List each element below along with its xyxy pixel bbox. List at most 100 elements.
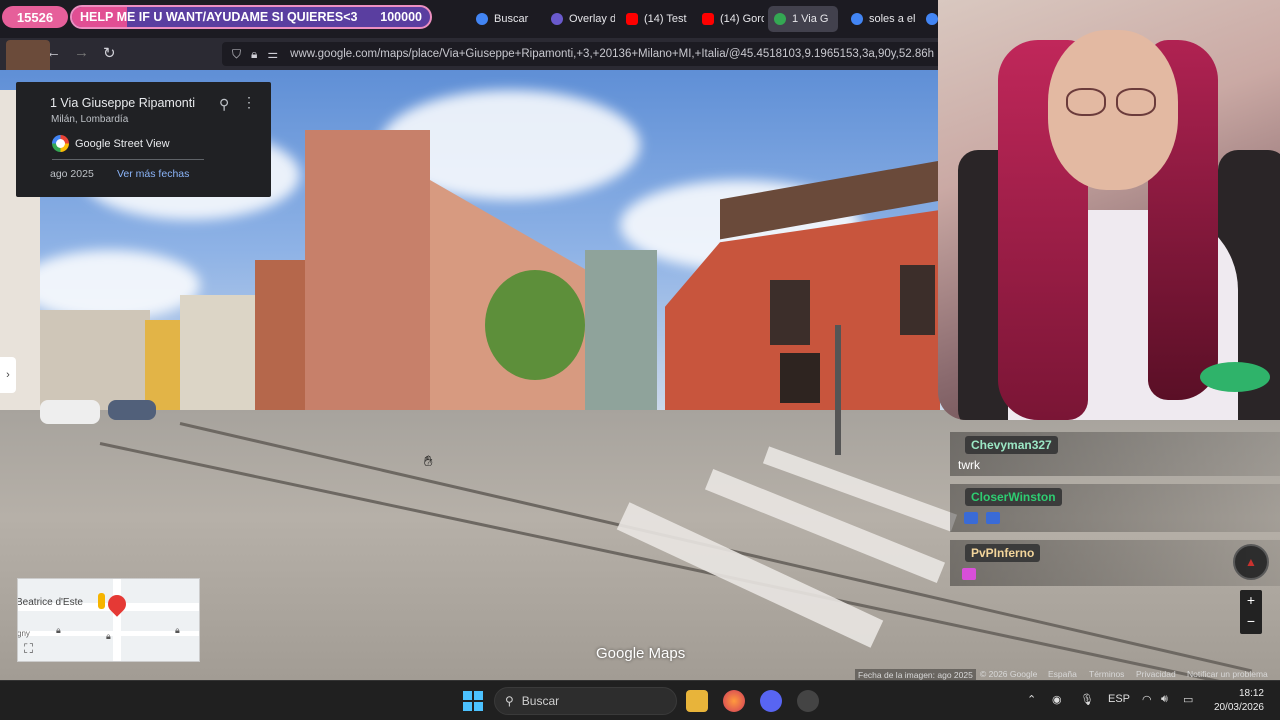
transit-icon: 🔒︎ xyxy=(56,625,61,635)
location-info-card: 1 Via Giuseppe Ripamonti Milán, Lombardí… xyxy=(16,82,271,197)
building xyxy=(585,250,657,410)
emote-icon xyxy=(986,512,1000,524)
region-link[interactable]: España xyxy=(1048,669,1077,679)
lock-icon[interactable]: 🔒︎ xyxy=(251,47,257,62)
copyright: © 2026 Google xyxy=(980,669,1038,679)
tab-label: (14) Gord xyxy=(720,13,764,25)
webcam-overlay xyxy=(938,0,1280,420)
windows-taskbar: ⚲ Buscar ⌃ ◉ 🎙︎ ESP ◠ 🔊︎ ▭ 18:12 20/03/2… xyxy=(0,680,1280,720)
browser-tab[interactable] xyxy=(920,6,940,32)
browser-tab[interactable]: (14) Test xyxy=(620,6,692,32)
zoom-in-button[interactable]: + xyxy=(1240,590,1262,611)
report-problem-link[interactable]: Notificar un problema xyxy=(1187,669,1268,679)
volume-icon[interactable]: 🔊︎ xyxy=(1161,693,1168,706)
tab-label: 1 Via G xyxy=(792,13,829,25)
chevron-right-icon: › xyxy=(6,369,10,381)
source-label: Google Street View xyxy=(75,137,170,150)
place-title: 1 Via Giuseppe Ripamonti xyxy=(50,96,195,110)
tree xyxy=(485,270,585,380)
taskbar-search[interactable]: ⚲ Buscar xyxy=(494,687,677,715)
divider xyxy=(52,159,204,160)
window xyxy=(770,280,810,345)
url-text: www.google.com/maps/place/Via+Giuseppe+R… xyxy=(290,48,935,60)
browser-tab[interactable]: Overlay d xyxy=(545,6,615,32)
discord-icon[interactable] xyxy=(760,690,782,712)
mini-map[interactable]: Beatrice d'Este gny 🔒︎ 🔒︎ 🔒︎ ⛶ xyxy=(17,578,200,662)
browser-tab[interactable]: (14) Gord xyxy=(696,6,764,32)
obs-icon[interactable] xyxy=(797,690,819,712)
capture-date: ago 2025 xyxy=(50,168,94,180)
google-maps-logo: Google Maps xyxy=(596,645,686,662)
tab-label: Buscar en xyxy=(494,13,530,25)
plant xyxy=(1200,362,1270,392)
chat-message: CloserWinston xyxy=(950,484,1280,532)
browser-tab[interactable]: soles a el xyxy=(845,6,915,32)
search-placeholder: Buscar xyxy=(521,694,560,708)
windows-start-icon[interactable] xyxy=(463,691,483,711)
tab-label: Overlay d xyxy=(569,13,615,25)
chat-username: CloserWinston xyxy=(965,488,1062,506)
shop-door xyxy=(780,353,820,403)
tall-brick-building xyxy=(305,130,430,410)
file-explorer-icon[interactable] xyxy=(686,690,708,712)
browser-tab[interactable]: Buscar en xyxy=(470,6,530,32)
clock-date: 20/03/2026 xyxy=(1213,702,1264,713)
terms-link[interactable]: Términos xyxy=(1089,669,1124,679)
chat-text: twrk xyxy=(958,458,980,472)
building xyxy=(180,295,260,410)
viewer-counter: 15526 xyxy=(2,6,68,28)
chat-message: PvPInferno xyxy=(950,540,1280,586)
pegman-icon[interactable] xyxy=(98,593,105,609)
chat-username: Chevyman327 xyxy=(965,436,1058,454)
shield-icon[interactable]: ⛉ xyxy=(232,47,241,62)
discord-tray-icon[interactable]: ◉ xyxy=(1052,693,1062,706)
building xyxy=(40,310,150,410)
glasses xyxy=(1116,88,1156,116)
battery-icon[interactable]: ▭ xyxy=(1183,693,1193,706)
place-subtitle: Milán, Lombardía xyxy=(51,114,129,125)
search-icon: ⚲ xyxy=(505,694,514,708)
maps-pin-icon xyxy=(774,13,786,25)
transit-icon: 🔒︎ xyxy=(106,631,111,641)
wifi-icon[interactable]: ◠ xyxy=(1142,693,1152,706)
emote-icon xyxy=(962,568,976,580)
chevron-up-icon[interactable]: ⌃ xyxy=(1027,693,1036,706)
google-icon xyxy=(851,13,863,25)
location-marker-icon xyxy=(104,591,130,617)
tab-favicon xyxy=(476,13,488,25)
tab-favicon xyxy=(551,13,563,25)
parked-car xyxy=(108,400,156,420)
traffic-light-pole xyxy=(835,325,841,455)
chat-username: PvPInferno xyxy=(965,544,1041,562)
transit-icon: 🔒︎ xyxy=(175,625,180,635)
forward-arrow-icon[interactable]: → xyxy=(74,44,89,61)
emote-icon xyxy=(964,512,978,524)
fullscreen-icon[interactable]: ⛶ xyxy=(24,641,33,657)
permissions-icon[interactable]: ⚌ xyxy=(267,47,278,61)
clock-time: 18:12 xyxy=(1238,688,1264,699)
zoom-control: + − xyxy=(1240,590,1262,634)
reload-icon[interactable]: ↻ xyxy=(103,44,116,62)
google-icon xyxy=(52,135,69,152)
map-street-label: Beatrice d'Este xyxy=(17,597,83,608)
language-indicator[interactable]: ESP xyxy=(1108,693,1130,705)
banner-text: HELP ME IF U WANT/AYUDAME SI QUIERES<3 xyxy=(80,10,358,24)
glasses xyxy=(1066,88,1106,116)
expand-panel-button[interactable]: › xyxy=(0,357,16,393)
mouse-cursor-icon: ✋︎ xyxy=(424,453,433,470)
privacy-link[interactable]: Privacidad xyxy=(1136,669,1176,679)
zoom-out-button[interactable]: − xyxy=(1240,611,1262,632)
address-bar[interactable]: ⛉ 🔒︎ ⚌ www.google.com/maps/place/Via+Giu… xyxy=(222,42,982,66)
goal-amount: 100000 xyxy=(380,10,422,24)
tab-label: (14) Test xyxy=(644,13,687,25)
microphone-icon[interactable]: 🎙︎ xyxy=(1080,693,1094,706)
map-label: gny xyxy=(17,629,30,638)
system-clock[interactable]: 18:12 20/03/2026 xyxy=(1208,687,1264,715)
map-pin-icon[interactable]: ⚲ xyxy=(219,96,229,113)
youtube-icon xyxy=(626,13,638,25)
more-dates-link[interactable]: Ver más fechas xyxy=(117,168,189,180)
more-options-icon[interactable]: ⋮ xyxy=(242,94,256,111)
firefox-icon[interactable] xyxy=(723,690,745,712)
browser-tab-active[interactable]: 1 Via G ✕ xyxy=(768,6,838,32)
google-icon xyxy=(926,13,938,25)
